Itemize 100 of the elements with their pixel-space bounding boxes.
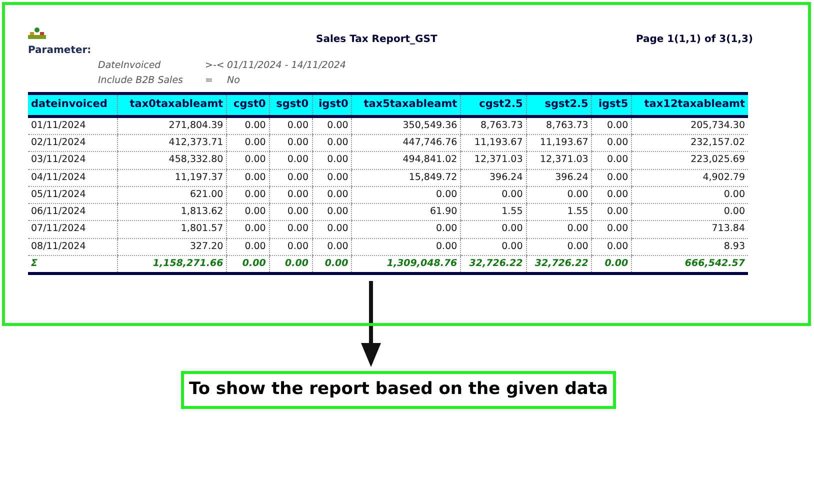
table-cell: 8,763.73 [526,116,592,134]
table-cell: 0.00 [526,220,592,238]
table-cell: 0.00 [226,220,270,238]
table-cell: 0.00 [269,238,312,256]
total-cell: 0.00 [312,255,352,274]
table-cell: 11,193.67 [526,134,592,152]
total-cell: 666,542.57 [632,255,748,274]
column-header: sgst0 [269,94,312,116]
table-cell: 0.00 [269,134,312,152]
table-cell: 0.00 [312,220,352,238]
page-indicator: Page 1(1,1) of 3(1,3) [636,33,753,47]
column-header: igst5 [592,94,632,116]
table-cell: 0.00 [226,186,270,204]
table-cell: 0.00 [312,169,352,186]
table-cell: 0.00 [226,116,270,134]
table-cell: 0.00 [460,238,526,256]
total-cell: 0.00 [226,255,270,274]
table-cell: 0.00 [592,169,632,186]
table-cell: 0.00 [352,186,461,204]
table-cell: 0.00 [592,116,632,134]
table-cell: 0.00 [526,186,592,204]
total-cell: 1,158,271.66 [118,255,227,274]
table-cell: 04/11/2024 [28,169,118,186]
table-cell: 621.00 [118,186,227,204]
parameter-name: DateInvoiced [98,59,162,73]
table-cell: 05/11/2024 [28,186,118,204]
table-cell: 0.00 [312,152,352,169]
table-cell: 02/11/2024 [28,134,118,152]
table-cell: 350,549.36 [352,116,461,134]
table-cell: 0.00 [226,204,270,221]
table-cell: 0.00 [460,186,526,204]
table-cell: 08/11/2024 [28,238,118,256]
table-cell: 12,371.03 [526,152,592,169]
table-cell: 0.00 [269,186,312,204]
table-cell: 12,371.03 [460,152,526,169]
table-cell: 396.24 [460,169,526,186]
table-cell: 01/11/2024 [28,116,118,134]
table-cell: 0.00 [312,238,352,256]
parameter-operator: = [205,74,214,88]
parameter-operator: >-< [205,59,226,73]
total-cell: 0.00 [592,255,632,274]
table-cell: 0.00 [352,238,461,256]
table-cell: 4,902.79 [632,169,748,186]
parameter-value: 01/11/2024 - 14/11/2024 [227,59,346,73]
table-cell: 0.00 [226,169,270,186]
table-cell: 1.55 [460,204,526,221]
table-cell: 396.24 [526,169,592,186]
table-cell: 03/11/2024 [28,152,118,169]
table-cell: 0.00 [226,134,270,152]
caption: To show the report based on the given data [181,371,616,408]
column-header: cgst0 [226,94,270,116]
total-cell: 0.00 [269,255,312,274]
table-cell: 0.00 [269,152,312,169]
table-cell: 0.00 [269,220,312,238]
table-cell: 205,734.30 [632,116,748,134]
table-cell: 1,813.62 [118,204,227,221]
total-cell: 1,309,048.76 [352,255,461,274]
table-cell: 0.00 [312,204,352,221]
total-cell: 32,726.22 [526,255,592,274]
table-cell: 0.00 [632,204,748,221]
table-cell: 0.00 [226,152,270,169]
table-cell: 412,373.71 [118,134,227,152]
logo-icon [28,27,46,41]
table-cell: 0.00 [269,204,312,221]
table-cell: 15,849.72 [352,169,461,186]
table-cell: 61.90 [352,204,461,221]
column-header: tax12taxableamt [632,94,748,116]
column-header: tax5taxableamt [352,94,461,116]
table-cell: 0.00 [592,186,632,204]
parameter-value: No [227,74,240,88]
table-cell: 0.00 [632,186,748,204]
table-cell: 8,763.73 [460,116,526,134]
column-header: dateinvoiced [28,94,118,116]
table-cell: 0.00 [526,238,592,256]
table-cell: 0.00 [592,204,632,221]
table-cell: 11,193.67 [460,134,526,152]
table-cell: 0.00 [312,186,352,204]
column-header: sgst2.5 [526,94,592,116]
table-cell: 1.55 [526,204,592,221]
column-header: igst0 [312,94,352,116]
table-cell: 0.00 [312,116,352,134]
table-cell: 271,804.39 [118,116,227,134]
table-cell: 0.00 [592,134,632,152]
column-header: cgst2.5 [460,94,526,116]
table-cell: 0.00 [592,220,632,238]
table-cell: 07/11/2024 [28,220,118,238]
table-cell: 0.00 [352,220,461,238]
table-cell: 447,746.76 [352,134,461,152]
table-cell: 0.00 [592,238,632,256]
table-cell: 0.00 [312,134,352,152]
total-cell: Σ [28,255,118,274]
total-cell: 32,726.22 [460,255,526,274]
report-title: Sales Tax Report_GST [316,33,438,47]
table-cell: 06/11/2024 [28,204,118,221]
table-cell: 713.84 [632,220,748,238]
parameter-heading: Parameter: [28,44,92,58]
table-cell: 11,197.37 [118,169,227,186]
table-cell: 8.93 [632,238,748,256]
table-cell: 327.20 [118,238,227,256]
table-cell: 0.00 [460,220,526,238]
